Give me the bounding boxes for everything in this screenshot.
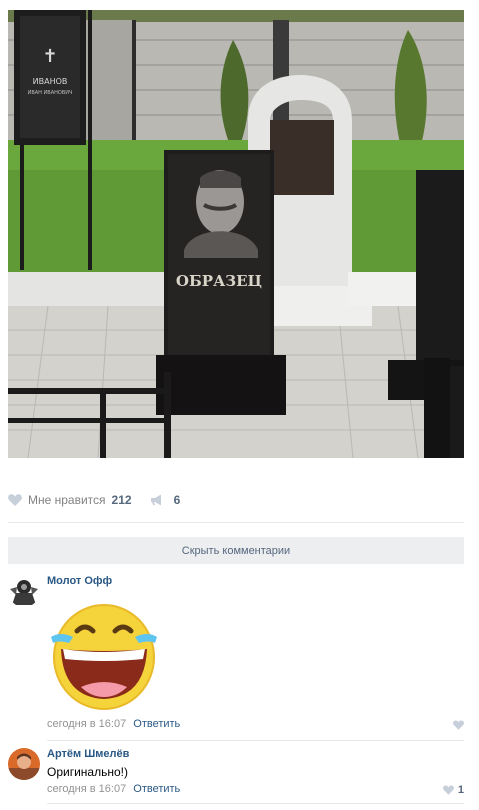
comment-like-button[interactable]: 1 xyxy=(442,784,464,796)
share-count: 6 xyxy=(173,493,181,507)
avatar-image xyxy=(8,575,40,607)
comment-author[interactable]: Артём Шмелёв xyxy=(47,748,129,760)
like-button[interactable]: Мне нравится 212 xyxy=(8,493,132,507)
post-actions: Мне нравится 212 6 xyxy=(8,488,464,512)
comment-text: Оригинально!) xyxy=(47,765,128,779)
hide-comments-button[interactable]: Скрыть комментарии xyxy=(8,537,464,564)
monument-photo-illustration: ✝ ИВАНОВ ИВАН ИВАНОВИЧ ОБРАЗЕЦ xyxy=(8,10,464,458)
comment: Артём Шмелёв Оригинально!) сегодня в 16:… xyxy=(8,748,464,800)
post-photo[interactable]: ✝ ИВАНОВ ИВАН ИВАНОВИЧ ОБРАЗЕЦ xyxy=(8,10,464,458)
heart-icon xyxy=(453,720,464,730)
svg-text:✝: ✝ xyxy=(42,46,57,67)
comment-divider xyxy=(47,740,464,741)
share-button[interactable]: 6 xyxy=(150,493,181,507)
sample-grave-subtitle: ИВАН ИВАНОВИЧ xyxy=(28,90,73,96)
laughing-emoji-sticker xyxy=(51,604,157,710)
heart-icon xyxy=(8,494,22,506)
comment-like-count: 1 xyxy=(457,784,464,796)
avatar-image xyxy=(8,748,40,780)
reply-button[interactable]: Ответить xyxy=(133,718,180,730)
comment-meta: сегодня в 16:07 Ответить xyxy=(47,718,180,730)
comment-like-button[interactable] xyxy=(453,720,464,730)
heart-icon xyxy=(442,785,454,795)
actions-divider xyxy=(8,522,464,523)
megaphone-icon xyxy=(150,494,161,506)
monument-inscription: ОБРАЗЕЦ xyxy=(176,272,262,290)
like-count: 212 xyxy=(111,493,132,507)
sample-grave-name: ИВАНОВ xyxy=(33,77,68,86)
avatar[interactable] xyxy=(8,575,40,607)
reply-button[interactable]: Ответить xyxy=(133,783,180,795)
like-label: Мне нравится xyxy=(28,493,106,507)
avatar[interactable] xyxy=(8,748,40,780)
comment-time[interactable]: сегодня в 16:07 xyxy=(47,783,126,795)
comment-meta: сегодня в 16:07 Ответить xyxy=(47,783,180,795)
comment-author[interactable]: Молот Офф xyxy=(47,575,112,587)
comment-divider xyxy=(47,803,464,804)
comment-time[interactable]: сегодня в 16:07 xyxy=(47,718,126,730)
comment: Молот Офф сегодня в 16:07 Ответить xyxy=(8,575,464,735)
